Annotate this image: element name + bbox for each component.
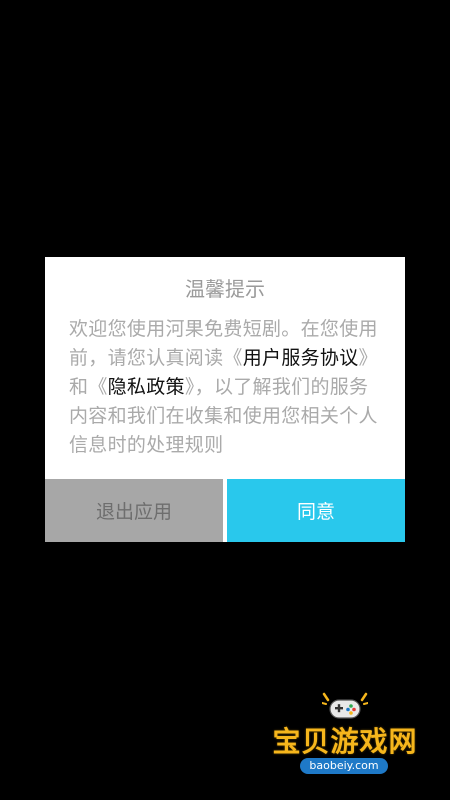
body-middle: 和 <box>69 376 89 398</box>
bracket-close-privacy: 》 <box>184 376 195 398</box>
watermark-site-name: 宝贝游戏网 <box>272 725 418 758</box>
bracket-open-privacy: 《 <box>88 376 108 398</box>
watermark: 宝贝游戏网 baobeiy.com <box>270 690 420 778</box>
gamepad-icon <box>322 692 368 719</box>
privacy-policy-link[interactable]: 隐私政策 <box>108 376 185 398</box>
screen: 温馨提示 欢迎您使用河果免费短剧。在您使用前，请您认真阅读《用户服务协议》和《隐… <box>0 0 450 800</box>
agree-button[interactable]: 同意 <box>227 479 405 542</box>
dialog-body: 欢迎您使用河果免费短剧。在您使用前，请您认真阅读《用户服务协议》和《隐私政策》，… <box>69 315 383 460</box>
watermark-url: baobeiy.com <box>300 758 388 774</box>
dialog-button-row: 退出应用 同意 <box>45 479 405 542</box>
dialog-title: 温馨提示 <box>185 277 265 301</box>
exit-app-button[interactable]: 退出应用 <box>45 479 223 542</box>
privacy-dialog: 温馨提示 欢迎您使用河果免费短剧。在您使用前，请您认真阅读《用户服务协议》和《隐… <box>45 257 405 542</box>
bracket-close-terms: 》 <box>358 347 378 369</box>
bracket-open-terms: 《 <box>223 347 243 369</box>
terms-of-service-link[interactable]: 用户服务协议 <box>243 347 359 369</box>
